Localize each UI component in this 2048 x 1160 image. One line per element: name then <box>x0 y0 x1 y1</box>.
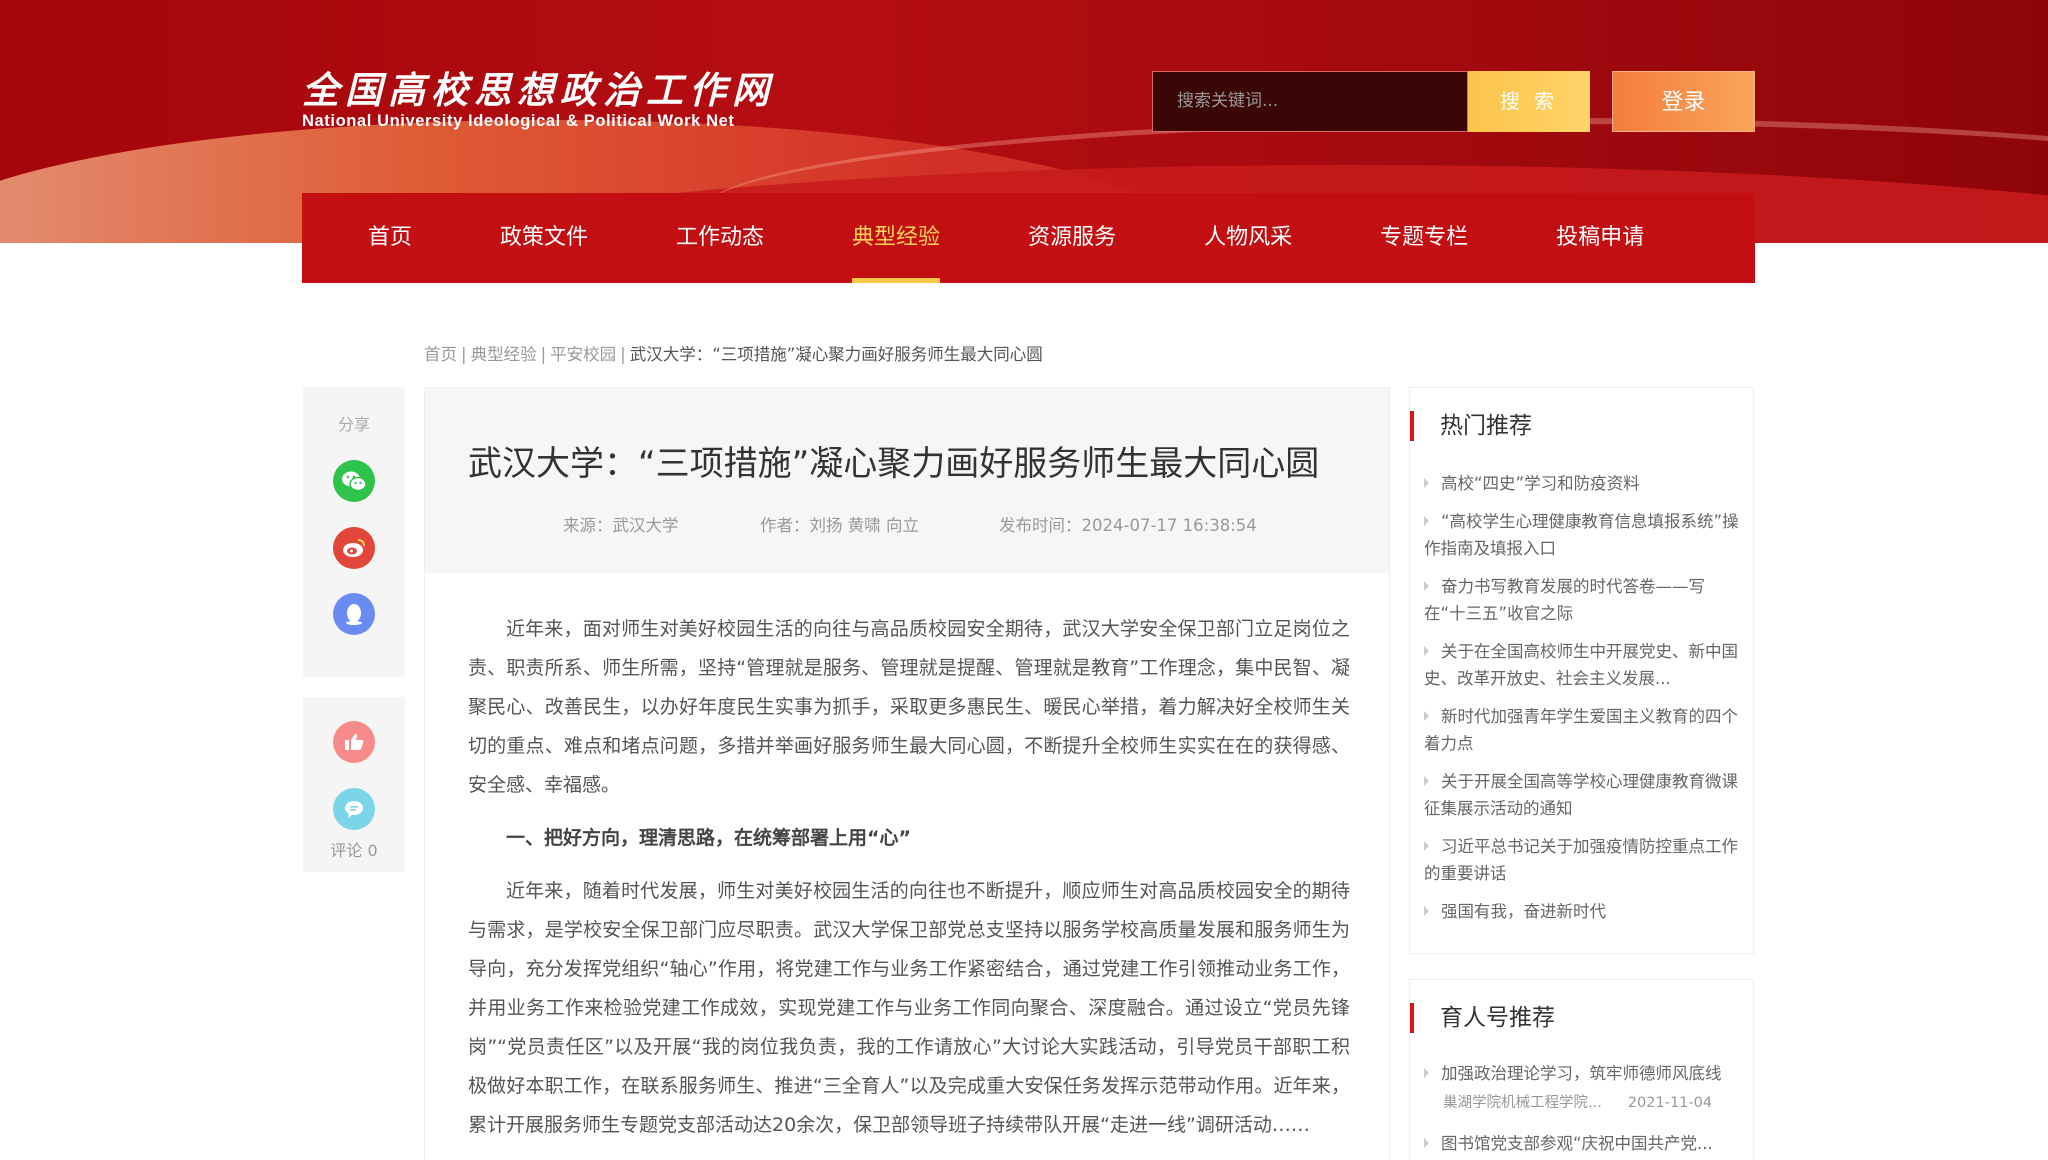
list-item[interactable]: 图书馆党支部参观“庆祝中国共产党... <box>1424 1130 1740 1157</box>
wechat-icon[interactable] <box>333 460 375 502</box>
article-paragraph: 近年来，随着时代发展，师生对美好校园生活的向往也不断提升，顺应师生对高品质校园安… <box>468 880 1350 1136</box>
site-logo[interactable]: 全国高校思想政治工作网 National University Ideologi… <box>302 68 775 131</box>
breadcrumb: 首页 | 典型经验 | 平安校园 | 武汉大学：“三项措施”凝心聚力画好服务师生最大同心圆 <box>424 341 1043 365</box>
search-button[interactable]: 搜 索 <box>1468 71 1590 132</box>
breadcrumb-separator: | <box>540 345 547 364</box>
bullet-icon <box>1424 776 1429 786</box>
bullet-icon <box>1424 1068 1429 1078</box>
yuren-recommend-title: 育人号推荐 <box>1410 1003 1555 1033</box>
logo-en-text: National University Ideological & Politi… <box>302 112 735 130</box>
list-item-date: 2021-11-04 <box>1627 1095 1713 1111</box>
nav-item-people[interactable]: 人物风采 <box>1204 193 1292 283</box>
article-body: 近年来，面对师生对美好校园生活的向往与高品质校园安全期待，武汉大学安全保卫部门立… <box>468 610 1350 1145</box>
yuren-recommend-list: 加强政治理论学习，筑牢师德师风底线 巢湖学院机械工程学院... 2021-11-0… <box>1424 1060 1740 1157</box>
article-author: 作者：刘扬 黄啸 向立 <box>760 516 919 535</box>
list-item-org: 巢湖学院机械工程学院... <box>1443 1095 1602 1111</box>
article-panel: 武汉大学：“三项措施”凝心聚力画好服务师生最大同心圆 来源：武汉大学 作者：刘扬… <box>424 387 1390 1160</box>
bullet-icon <box>1424 906 1429 916</box>
yuren-recommend-card: 育人号推荐 加强政治理论学习，筑牢师德师风底线 巢湖学院机械工程学院... 202… <box>1409 979 1754 1160</box>
thumbs-up-icon[interactable] <box>333 721 375 763</box>
list-item[interactable]: 关于开展全国高等学校心理健康教育微课征集展示活动的通知 <box>1424 768 1740 822</box>
list-item[interactable]: 奋力书写教育发展的时代答卷——写在“十三五”收官之际 <box>1424 573 1740 627</box>
login-button[interactable]: 登录 <box>1612 71 1755 132</box>
search-input[interactable]: 搜索关键词... <box>1152 71 1468 132</box>
bullet-icon <box>1424 516 1429 526</box>
nav-item-policy[interactable]: 政策文件 <box>500 193 588 283</box>
comment-count[interactable]: 评论 0 <box>303 837 405 861</box>
interaction-panel: 评论 0 <box>303 697 405 872</box>
nav-item-topics[interactable]: 专题专栏 <box>1380 193 1468 283</box>
list-item[interactable]: 强国有我，奋进新时代 <box>1424 898 1740 925</box>
main-nav: 首页 政策文件 工作动态 典型经验 资源服务 人物风采 专题专栏 投稿申请 <box>302 193 1755 283</box>
article-source: 来源：武汉大学 <box>563 516 679 535</box>
bullet-icon <box>1424 841 1429 851</box>
list-item[interactable]: 习近平总书记关于加强疫情防控重点工作的重要讲话 <box>1424 833 1740 887</box>
breadcrumb-current: 武汉大学：“三项措施”凝心聚力画好服务师生最大同心圆 <box>629 345 1043 364</box>
bullet-icon <box>1424 646 1429 656</box>
breadcrumb-separator: | <box>461 345 467 364</box>
list-item[interactable]: “高校学生心理健康教育信息填报系统”操作指南及填报入口 <box>1424 508 1740 562</box>
share-panel: 分享 <box>303 387 405 677</box>
hot-recommend-list: 高校“四史”学习和防疫资料 “高校学生心理健康教育信息填报系统”操作指南及填报入… <box>1424 470 1740 936</box>
bullet-icon <box>1424 478 1429 488</box>
breadcrumb-experience[interactable]: 典型经验 <box>471 345 537 364</box>
breadcrumb-separator: | <box>620 345 626 364</box>
breadcrumb-safe-campus[interactable]: 平安校园 <box>550 345 616 364</box>
article-paragraph: 近年来，面对师生对美好校园生活的向往与高品质校园安全期待，武汉大学安全保卫部门立… <box>468 618 1350 796</box>
bullet-icon <box>1424 711 1429 721</box>
list-item[interactable]: 加强政治理论学习，筑牢师德师风底线 <box>1424 1060 1740 1087</box>
article-header: 武汉大学：“三项措施”凝心聚力画好服务师生最大同心圆 来源：武汉大学 作者：刘扬… <box>425 388 1389 573</box>
list-item[interactable]: 关于在全国高校师生中开展党史、新中国史、改革开放史、社会主义发展... <box>1424 638 1740 692</box>
hot-recommend-card: 热门推荐 高校“四史”学习和防疫资料 “高校学生心理健康教育信息填报系统”操作指… <box>1409 387 1754 954</box>
nav-item-home[interactable]: 首页 <box>368 193 412 283</box>
nav-item-experience[interactable]: 典型经验 <box>852 193 941 283</box>
nav-item-news[interactable]: 工作动态 <box>676 193 764 283</box>
bullet-icon <box>1424 581 1429 591</box>
list-item-meta: 巢湖学院机械工程学院... 2021-11-04 <box>1424 1091 1740 1112</box>
logo-cn-text: 全国高校思想政治工作网 <box>302 68 775 112</box>
weibo-icon[interactable] <box>333 527 375 569</box>
share-label: 分享 <box>337 415 370 434</box>
article-publish-time: 发布时间：2024-07-17 16:38:54 <box>999 516 1257 535</box>
article-section-heading: 一、把好方向，理清思路，在统筹部署上用“心” <box>506 827 911 849</box>
list-item[interactable]: 新时代加强青年学生爱国主义教育的四个着力点 <box>1424 703 1740 757</box>
qq-icon[interactable] <box>333 593 375 635</box>
nav-item-resources[interactable]: 资源服务 <box>1028 193 1116 283</box>
hot-recommend-title: 热门推荐 <box>1410 411 1532 441</box>
bullet-icon <box>1424 1138 1429 1148</box>
nav-item-submit[interactable]: 投稿申请 <box>1556 193 1644 283</box>
list-item[interactable]: 高校“四史”学习和防疫资料 <box>1424 470 1740 497</box>
article-title: 武汉大学：“三项措施”凝心聚力画好服务师生最大同心圆 <box>468 444 1320 484</box>
comment-icon[interactable] <box>333 788 375 830</box>
breadcrumb-home[interactable]: 首页 <box>424 345 457 364</box>
